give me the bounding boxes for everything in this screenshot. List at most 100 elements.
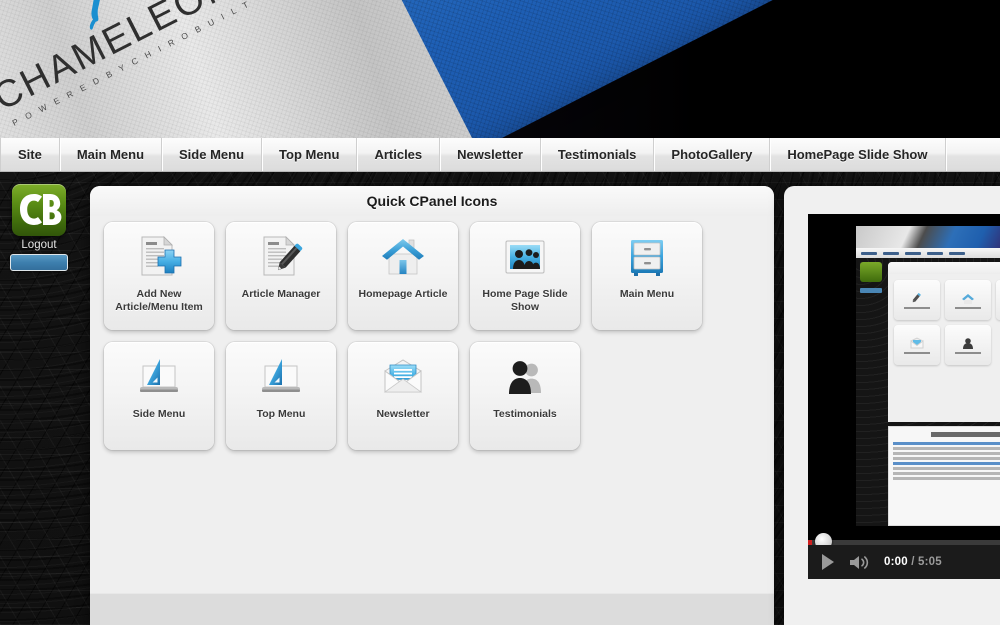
mini-news-line bbox=[893, 447, 1000, 450]
tile-newsletter[interactable]: Newsletter bbox=[348, 342, 458, 450]
tile-label: Home Page Slide Show bbox=[482, 288, 568, 314]
chirobuilt-logo-icon[interactable] bbox=[12, 184, 66, 236]
mini-panel bbox=[888, 262, 1000, 422]
mini-tile bbox=[894, 325, 940, 365]
people-icon bbox=[501, 354, 549, 400]
tile-label: Newsletter bbox=[376, 408, 430, 420]
document-plus-icon bbox=[135, 234, 183, 280]
nav-item-testimonials[interactable]: Testimonials bbox=[541, 138, 655, 171]
nav-label: Side Menu bbox=[179, 147, 245, 162]
tile-side-menu[interactable]: Side Menu bbox=[104, 342, 214, 450]
tile-label: Homepage Article bbox=[358, 288, 448, 300]
tile-label: Article Manager bbox=[241, 288, 321, 300]
page-title: Quick CPanel Icons bbox=[90, 186, 774, 216]
video-total-time: 5:05 bbox=[918, 556, 942, 568]
nav-item-site[interactable]: Site bbox=[0, 138, 60, 171]
tile-label: Add New Article/Menu Item bbox=[115, 288, 203, 314]
nav-item-top-menu[interactable]: Top Menu bbox=[262, 138, 358, 171]
mini-tile bbox=[945, 280, 991, 320]
mini-panel-title bbox=[888, 262, 1000, 274]
mini-envelope-icon bbox=[910, 336, 924, 350]
mini-people-icon bbox=[961, 337, 975, 350]
logout-button[interactable] bbox=[10, 254, 68, 271]
mini-news-line bbox=[893, 442, 1000, 445]
nav-label: Top Menu bbox=[279, 147, 340, 162]
nav-label: Main Menu bbox=[76, 147, 145, 162]
volume-icon[interactable] bbox=[848, 554, 870, 571]
tile-label: Testimonials bbox=[493, 408, 557, 420]
mini-nav bbox=[856, 248, 1000, 258]
left-sidebar: Logout bbox=[0, 178, 78, 278]
nav-label: PhotoGallery bbox=[671, 147, 753, 162]
tile-row-2: Side Menu Top Menu Newsletter Testimonia… bbox=[90, 342, 774, 450]
document-pencil-icon bbox=[257, 234, 305, 280]
video-preview-content bbox=[856, 226, 1000, 526]
video-time-display: 0:00 / 5:05 bbox=[884, 556, 942, 568]
mini-news-line bbox=[893, 452, 1000, 455]
mini-pencil-icon bbox=[910, 292, 924, 305]
tile-home-page-slide-show[interactable]: Home Page Slide Show bbox=[470, 222, 580, 330]
mini-news-line bbox=[893, 477, 1000, 480]
mini-nav-item bbox=[905, 251, 921, 255]
nav-item-newsletter[interactable]: Newsletter bbox=[440, 138, 541, 171]
nav-label: HomePage Slide Show bbox=[787, 147, 928, 162]
tile-testimonials[interactable]: Testimonials bbox=[470, 342, 580, 450]
photo-people-icon bbox=[501, 234, 549, 280]
monitor-ruler-icon bbox=[135, 354, 183, 400]
mini-logout-button bbox=[860, 288, 882, 293]
nav-item-articles[interactable]: Articles bbox=[357, 138, 441, 171]
tile-label: Top Menu bbox=[256, 408, 306, 420]
video-player[interactable]: 0:00 / 5:05 bbox=[808, 214, 1000, 579]
quick-cpanel-panel: Quick CPanel Icons Add New Article/Menu … bbox=[90, 186, 774, 625]
tile-homepage-article[interactable]: Homepage Article bbox=[348, 222, 458, 330]
tile-article-manager[interactable]: Article Manager bbox=[226, 222, 336, 330]
nav-label: Testimonials bbox=[557, 147, 637, 162]
mini-news-line bbox=[893, 462, 1000, 465]
nav-item-side-menu[interactable]: Side Menu bbox=[162, 138, 263, 171]
mini-nav-item bbox=[927, 251, 943, 255]
nav-label: Articles bbox=[374, 147, 423, 162]
house-icon bbox=[379, 234, 427, 280]
tile-top-menu[interactable]: Top Menu bbox=[226, 342, 336, 450]
panel-body: Add New Article/Menu Item Article Manage… bbox=[90, 216, 774, 600]
app-root: CHAMELEON P O W E R E D B Y C H I R O B … bbox=[0, 0, 1000, 625]
video-current-time: 0:00 bbox=[884, 556, 908, 568]
mini-header bbox=[856, 226, 1000, 248]
mini-tiles bbox=[888, 274, 1000, 365]
panel-footer bbox=[90, 593, 774, 625]
mini-news-box bbox=[888, 426, 1000, 526]
mini-house-icon bbox=[961, 292, 975, 305]
video-controls: 0:00 / 5:05 bbox=[808, 545, 1000, 579]
logout-label: Logout bbox=[21, 239, 57, 251]
nav-item-photogallery[interactable]: PhotoGallery bbox=[654, 138, 771, 171]
video-thumbnail bbox=[808, 214, 1000, 579]
nav-item-homepage-slide-show[interactable]: HomePage Slide Show bbox=[770, 138, 946, 171]
tile-label: Main Menu bbox=[619, 288, 675, 300]
video-panel: 0:00 / 5:05 bbox=[784, 186, 1000, 625]
nav-item-main-menu[interactable]: Main Menu bbox=[60, 138, 163, 171]
mini-news-line bbox=[893, 457, 1000, 460]
mini-nav-item bbox=[861, 251, 877, 255]
filing-cabinet-icon bbox=[623, 234, 671, 280]
envelope-icon bbox=[379, 354, 427, 400]
video-time-separator: / bbox=[907, 556, 919, 568]
monitor-ruler-icon bbox=[257, 354, 305, 400]
site-header-banner: CHAMELEON P O W E R E D B Y C H I R O B … bbox=[0, 0, 1000, 138]
tile-add-new-article[interactable]: Add New Article/Menu Item bbox=[104, 222, 214, 330]
tile-main-menu[interactable]: Main Menu bbox=[592, 222, 702, 330]
mini-logo-icon bbox=[860, 262, 882, 282]
tile-row-1: Add New Article/Menu Item Article Manage… bbox=[90, 222, 774, 330]
mini-nav-item bbox=[949, 251, 965, 255]
mini-news-line bbox=[893, 467, 1000, 470]
main-navigation: Site Main Menu Side Menu Top Menu Articl… bbox=[0, 138, 1000, 172]
tile-label: Side Menu bbox=[132, 408, 186, 420]
mini-tile bbox=[894, 280, 940, 320]
mini-nav-item bbox=[883, 251, 899, 255]
nav-label: Newsletter bbox=[457, 147, 523, 162]
mini-news-title bbox=[931, 432, 1000, 437]
play-icon[interactable] bbox=[822, 554, 834, 570]
nav-label: Site bbox=[18, 147, 42, 162]
mini-news-line bbox=[893, 472, 1000, 475]
mini-tile bbox=[996, 280, 1000, 320]
mini-tile bbox=[945, 325, 991, 365]
